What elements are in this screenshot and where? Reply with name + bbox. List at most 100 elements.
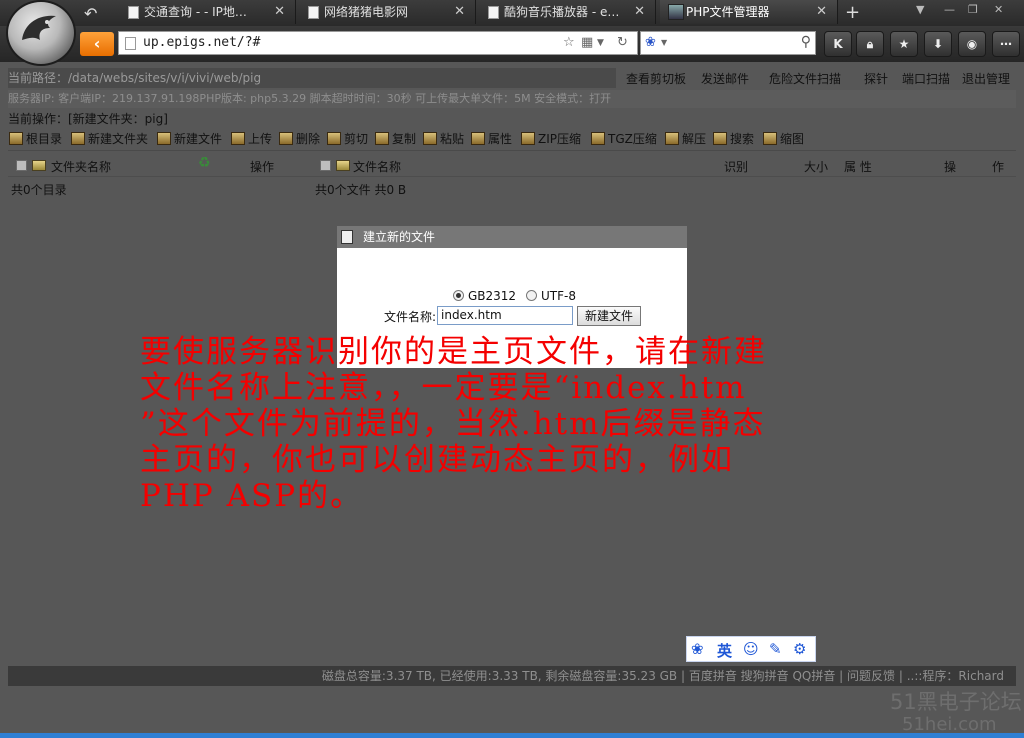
action-zip[interactable]: ZIP压缩 bbox=[520, 130, 581, 148]
tab-label: 交通查询 - - IP地… bbox=[144, 5, 247, 19]
back-button[interactable]: ‹ bbox=[80, 32, 114, 56]
refresh-icon[interactable]: ↻ bbox=[617, 35, 628, 50]
filename-input[interactable]: index.htm bbox=[437, 306, 573, 325]
annotation-line: 文件名称上注意，，一定要是“index.htm bbox=[140, 370, 747, 406]
favorites-button[interactable]: ★ bbox=[890, 31, 918, 57]
skin-icon[interactable]: ▼ bbox=[916, 3, 924, 16]
action-paste[interactable]: 粘贴 bbox=[422, 130, 464, 148]
action-label: TGZ压缩 bbox=[608, 132, 657, 146]
close-icon[interactable]: ✕ bbox=[634, 0, 645, 24]
action-copy[interactable]: 复制 bbox=[374, 130, 416, 148]
browser-logo-icon[interactable] bbox=[6, 0, 76, 66]
file-op-header-2: 作 bbox=[992, 160, 1005, 174]
star-icon: ★ bbox=[898, 37, 910, 51]
select-all-folders-checkbox[interactable] bbox=[16, 160, 27, 171]
current-path: 当前路径：/data/webs/sites/v/i/vivi/web/pig bbox=[8, 68, 616, 88]
action-label: 剪切 bbox=[344, 132, 369, 146]
action-upload[interactable]: 上传 bbox=[230, 130, 272, 148]
minimize-icon[interactable]: — bbox=[944, 3, 955, 16]
create-file-button[interactable]: 新建文件 bbox=[577, 306, 641, 326]
footer-bar: 磁盘总容量:3.37 TB, 已经使用:3.33 TB, 剩余磁盘容量:35.2… bbox=[8, 666, 1016, 686]
close-icon[interactable]: ✕ bbox=[454, 0, 465, 24]
file-name-header[interactable]: 文件名称 bbox=[353, 158, 401, 175]
game-button[interactable]: ◉ bbox=[958, 31, 986, 57]
file-manager-page: 当前路径：/data/webs/sites/v/i/vivi/web/pig 查… bbox=[0, 62, 1024, 738]
chevron-down-icon[interactable]: ▼ bbox=[661, 38, 667, 47]
action-thumbnail[interactable]: 缩图 bbox=[762, 130, 804, 148]
tab-kugou-player[interactable]: 酷狗音乐播放器 - e… ✕ bbox=[478, 0, 656, 24]
restore-icon[interactable]: ❐ bbox=[968, 3, 978, 16]
folder-count: 共0个目录 bbox=[11, 183, 67, 197]
action-new-file[interactable]: 新建文件 bbox=[156, 130, 222, 148]
refresh-icon[interactable]: ♻ bbox=[198, 155, 211, 171]
gear-icon[interactable]: ⚙ bbox=[793, 640, 806, 658]
address-bar[interactable]: up.epigs.net/?# ☆ ▦ ▼ ↻ bbox=[118, 31, 638, 55]
trash-icon bbox=[279, 132, 293, 145]
tab-traffic-query[interactable]: 交通查询 - - IP地… ✕ bbox=[118, 0, 296, 24]
action-extract[interactable]: 解压 bbox=[664, 130, 706, 148]
dialog-header: 建立新的文件 bbox=[337, 226, 687, 248]
tgz-icon bbox=[591, 132, 605, 145]
menu-view-clipboard[interactable]: 查看剪切板 bbox=[626, 70, 686, 87]
encoding-gb2312-radio[interactable] bbox=[453, 290, 464, 301]
gamepad-icon: ◉ bbox=[966, 37, 978, 51]
back-arrow-icon[interactable]: ↶ bbox=[84, 4, 97, 23]
paw-icon[interactable]: ❀ bbox=[691, 640, 704, 658]
select-all-files-checkbox[interactable] bbox=[320, 160, 331, 171]
file-size-header[interactable]: 大小 bbox=[804, 158, 828, 175]
pen-icon[interactable]: ✎ bbox=[769, 640, 782, 658]
menu-logout[interactable]: 退出管理 bbox=[962, 70, 1010, 87]
new-folder-icon bbox=[71, 132, 85, 145]
action-delete[interactable]: 删除 bbox=[278, 130, 320, 148]
action-tgz[interactable]: TGZ压缩 bbox=[590, 130, 657, 148]
close-icon[interactable]: ✕ bbox=[816, 0, 827, 24]
tab-movie-site[interactable]: 网络猪猪电影网 ✕ bbox=[298, 0, 476, 24]
filename-label: 文件名称: bbox=[384, 310, 437, 324]
action-cut[interactable]: 剪切 bbox=[326, 130, 368, 148]
action-properties[interactable]: 属性 bbox=[470, 130, 512, 148]
url-text[interactable]: up.epigs.net/?# bbox=[143, 35, 260, 50]
k-extension-button[interactable]: K bbox=[824, 31, 852, 57]
encoding-gb2312-label: GB2312 bbox=[468, 289, 517, 303]
action-label: 粘贴 bbox=[440, 132, 465, 146]
folder-op-header: 操作 bbox=[250, 160, 275, 174]
search-icon[interactable]: ⚲ bbox=[801, 34, 811, 50]
window-close-icon[interactable]: ✕ bbox=[994, 3, 1003, 16]
action-root-dir[interactable]: 根目录 bbox=[8, 130, 62, 148]
encoding-utf8-label: UTF-8 bbox=[541, 289, 576, 303]
menu-danger-scan[interactable]: 危险文件扫描 bbox=[769, 70, 841, 87]
zip-icon bbox=[521, 132, 535, 145]
lock-button[interactable]: 🔒︎ bbox=[856, 31, 884, 57]
watermark-title: 51黑电子论坛 bbox=[890, 690, 1022, 714]
action-new-folder[interactable]: 新建文件夹 bbox=[70, 130, 148, 148]
extract-icon bbox=[665, 132, 679, 145]
action-search[interactable]: 搜索 bbox=[712, 130, 754, 148]
new-tab-button[interactable]: + bbox=[845, 2, 860, 23]
folder-icon bbox=[32, 160, 46, 171]
menu-button[interactable]: ⋯ bbox=[992, 31, 1020, 57]
emoji-icon[interactable]: ☺ bbox=[743, 640, 759, 658]
close-icon[interactable]: ✕ bbox=[274, 0, 285, 24]
search-box[interactable]: ❀ ▼ ⚲ bbox=[640, 31, 816, 55]
ime-lang-toggle[interactable]: 英 bbox=[717, 640, 732, 661]
paste-icon bbox=[423, 132, 437, 145]
action-label: 新建文件夹 bbox=[88, 132, 149, 146]
menu-send-mail[interactable]: 发送邮件 bbox=[701, 70, 749, 87]
bookmark-star-icon[interactable]: ☆ bbox=[563, 35, 575, 50]
tab-php-file-manager[interactable]: PHP文件管理器 ✕ bbox=[660, 0, 838, 24]
folder-name-header[interactable]: 文件夹名称 bbox=[51, 158, 111, 175]
action-label: 缩图 bbox=[780, 132, 805, 146]
page-icon bbox=[488, 6, 499, 19]
divider bbox=[8, 176, 1016, 177]
menu-probe[interactable]: 探针 bbox=[864, 70, 888, 87]
baidu-paw-icon[interactable]: ❀ bbox=[645, 35, 656, 50]
action-label: 解压 bbox=[682, 132, 707, 146]
chevron-down-icon[interactable]: ▼ bbox=[597, 38, 604, 48]
menu-port-scan[interactable]: 端口扫描 bbox=[902, 70, 950, 87]
download-button[interactable]: ⬇ bbox=[924, 31, 952, 57]
encoding-utf8-radio[interactable] bbox=[526, 290, 537, 301]
annotation-text: 要使服务器识别你的是主页文件，请在新建 文件名称上注意，，一定要是“index.… bbox=[140, 334, 900, 514]
qr-code-icon[interactable]: ▦ bbox=[581, 35, 593, 50]
image-icon bbox=[763, 132, 777, 145]
dialog-title: 建立新的文件 bbox=[363, 230, 436, 244]
